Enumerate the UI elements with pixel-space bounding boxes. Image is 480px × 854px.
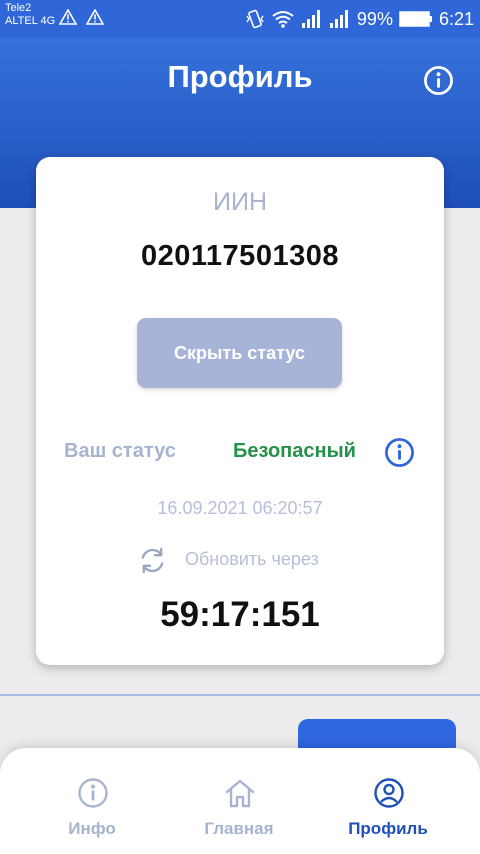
refresh-label: Обновить через: [185, 549, 319, 569]
nav-item-info[interactable]: Инфо: [12, 748, 172, 854]
info-circle-icon[interactable]: [384, 437, 415, 468]
refresh-icon: [141, 547, 164, 574]
info-circle-icon[interactable]: [423, 65, 454, 96]
status-bar: Tele2 ALTEL 4G 99% 6:21: [0, 0, 480, 38]
countdown-timer: 59:17:151: [160, 595, 320, 634]
status-indicators: 99% 6:21: [245, 6, 474, 32]
nav-label-profile: Профиль: [348, 819, 428, 838]
battery-percent: 99%: [356, 8, 393, 29]
nav-item-profile[interactable]: Профиль: [308, 748, 468, 854]
wifi-icon: [272, 11, 294, 28]
carrier-1: Tele2: [5, 2, 32, 14]
carrier-2: ALTEL 4G: [5, 15, 56, 27]
nav-label-home: Главная: [204, 819, 274, 838]
signal-icon: [329, 10, 348, 28]
status-timestamp: 16.09.2021 06:20:57: [157, 498, 323, 518]
home-icon: [225, 779, 255, 808]
status-label: Ваш статус: [64, 440, 176, 462]
carrier-info: Tele2 ALTEL 4G: [5, 2, 55, 28]
iin-label: ИИН: [213, 188, 267, 216]
user-circle-icon: [374, 778, 404, 808]
nav-item-home[interactable]: Главная: [159, 748, 319, 854]
bottom-nav: Инфо Главная Профиль: [0, 748, 480, 854]
iin-value: 020117501308: [141, 240, 339, 272]
clock: 6:21: [438, 8, 474, 29]
warning-icon: [86, 9, 104, 25]
battery-icon: [399, 11, 432, 27]
signal-icon: [301, 10, 320, 28]
warning-icon: [59, 9, 77, 25]
hide-status-button[interactable]: Скрыть статус: [137, 318, 342, 388]
nav-label-info: Инфо: [68, 819, 116, 838]
status-card: [36, 157, 444, 665]
vibrate-icon: [246, 9, 264, 29]
divider: [0, 694, 480, 696]
status-value: Безопасный: [233, 440, 356, 462]
info-circle-icon: [78, 778, 108, 808]
page-title: Профиль: [167, 59, 313, 94]
